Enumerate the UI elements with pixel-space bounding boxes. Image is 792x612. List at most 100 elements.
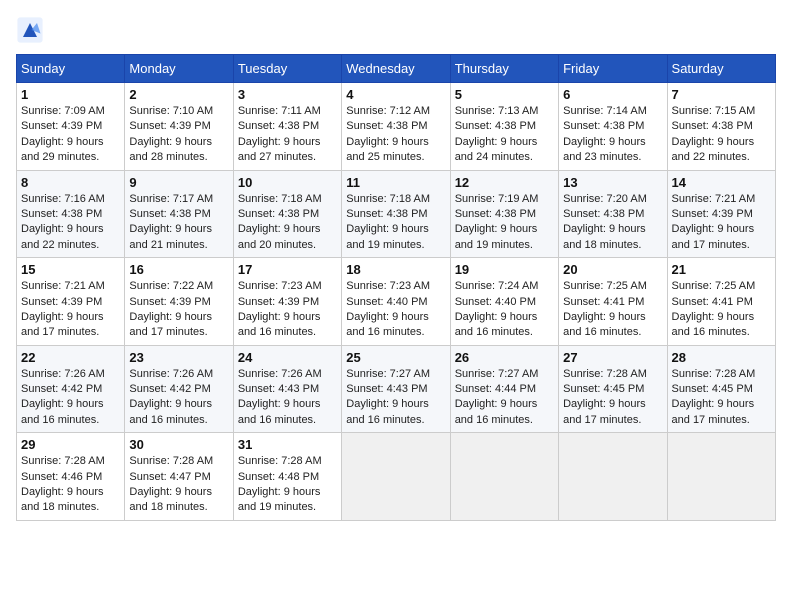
calendar-week-row: 8 Sunrise: 7:16 AMSunset: 4:38 PMDaylight… — [17, 170, 776, 258]
day-number: 20 — [563, 262, 662, 277]
calendar-cell: 15 Sunrise: 7:21 AMSunset: 4:39 PMDayligh… — [17, 258, 125, 346]
day-number: 12 — [455, 175, 554, 190]
calendar-cell: 4 Sunrise: 7:12 AMSunset: 4:38 PMDaylight… — [342, 83, 450, 171]
day-number: 9 — [129, 175, 228, 190]
calendar-cell: 26 Sunrise: 7:27 AMSunset: 4:44 PMDayligh… — [450, 345, 558, 433]
day-info: Sunrise: 7:18 AMSunset: 4:38 PMDaylight:… — [346, 192, 445, 254]
day-info: Sunrise: 7:26 AMSunset: 4:42 PMDaylight:… — [129, 367, 228, 429]
calendar-cell: 16Sunrise: 7:22 AMSunset: 4:39 PMDayligh… — [125, 258, 233, 346]
calendar-cell: 10Sunrise: 7:18 AMSunset: 4:38 PMDayligh… — [233, 170, 341, 258]
calendar-cell: 20 Sunrise: 7:25 AMSunset: 4:41 PMDayligh… — [559, 258, 667, 346]
day-info: Sunrise: 7:12 AMSunset: 4:38 PMDaylight:… — [346, 104, 445, 166]
day-number: 29 — [21, 437, 120, 452]
day-number: 30 — [129, 437, 228, 452]
calendar-cell: 9 Sunrise: 7:17 AMSunset: 4:38 PMDaylight… — [125, 170, 233, 258]
day-info: Sunrise: 7:11 AMSunset: 4:38 PMDaylight:… — [238, 104, 337, 166]
calendar-weekday-header: Sunday — [17, 55, 125, 83]
day-number: 14 — [672, 175, 771, 190]
calendar-weekday-header: Wednesday — [342, 55, 450, 83]
calendar-cell: 29Sunrise: 7:28 AMSunset: 4:46 PMDayligh… — [17, 433, 125, 521]
day-number: 23 — [129, 350, 228, 365]
day-info: Sunrise: 7:10 AMSunset: 4:39 PMDaylight:… — [129, 104, 228, 166]
day-number: 8 — [21, 175, 120, 190]
day-number: 21 — [672, 262, 771, 277]
calendar-cell: 21 Sunrise: 7:25 AMSunset: 4:41 PMDayligh… — [667, 258, 775, 346]
day-number: 18 — [346, 262, 445, 277]
calendar-cell: 17 Sunrise: 7:23 AMSunset: 4:39 PMDayligh… — [233, 258, 341, 346]
day-number: 4 — [346, 87, 445, 102]
calendar-weekday-header: Thursday — [450, 55, 558, 83]
calendar-weekday-header: Tuesday — [233, 55, 341, 83]
day-info: Sunrise: 7:23 AMSunset: 4:40 PMDaylight:… — [346, 279, 445, 341]
calendar-cell: 31 Sunrise: 7:28 AMSunset: 4:48 PMDayligh… — [233, 433, 341, 521]
day-info: Sunrise: 7:21 AMSunset: 4:39 PMDaylight:… — [21, 279, 120, 341]
day-number: 10 — [238, 175, 337, 190]
day-info: Sunrise: 7:22 AMSunset: 4:39 PMDaylight:… — [129, 279, 228, 341]
calendar-cell — [450, 433, 558, 521]
calendar-cell — [667, 433, 775, 521]
day-info: Sunrise: 7:28 AMSunset: 4:48 PMDaylight:… — [238, 454, 337, 516]
day-info: Sunrise: 7:28 AMSunset: 4:45 PMDaylight:… — [563, 367, 662, 429]
day-number: 28 — [672, 350, 771, 365]
calendar-cell: 25 Sunrise: 7:27 AMSunset: 4:43 PMDayligh… — [342, 345, 450, 433]
day-info: Sunrise: 7:16 AMSunset: 4:38 PMDaylight:… — [21, 192, 120, 254]
day-info: Sunrise: 7:09 AMSunset: 4:39 PMDaylight:… — [21, 104, 120, 166]
calendar-body: 1 Sunrise: 7:09 AMSunset: 4:39 PMDaylight… — [17, 83, 776, 521]
day-number: 27 — [563, 350, 662, 365]
calendar-cell: 24Sunrise: 7:26 AMSunset: 4:43 PMDayligh… — [233, 345, 341, 433]
day-number: 26 — [455, 350, 554, 365]
calendar-cell: 12 Sunrise: 7:19 AMSunset: 4:38 PMDayligh… — [450, 170, 558, 258]
day-info: Sunrise: 7:19 AMSunset: 4:38 PMDaylight:… — [455, 192, 554, 254]
day-info: Sunrise: 7:26 AMSunset: 4:42 PMDaylight:… — [21, 367, 120, 429]
calendar-week-row: 29Sunrise: 7:28 AMSunset: 4:46 PMDayligh… — [17, 433, 776, 521]
day-number: 1 — [21, 87, 120, 102]
calendar-weekday-header: Friday — [559, 55, 667, 83]
logo — [16, 16, 46, 44]
logo-icon — [16, 16, 44, 44]
calendar-cell: 28Sunrise: 7:28 AMSunset: 4:45 PMDayligh… — [667, 345, 775, 433]
day-info: Sunrise: 7:25 AMSunset: 4:41 PMDaylight:… — [672, 279, 771, 341]
calendar-cell: 22 Sunrise: 7:26 AMSunset: 4:42 PMDayligh… — [17, 345, 125, 433]
day-number: 2 — [129, 87, 228, 102]
page-header — [16, 16, 776, 44]
day-info: Sunrise: 7:27 AMSunset: 4:44 PMDaylight:… — [455, 367, 554, 429]
day-info: Sunrise: 7:23 AMSunset: 4:39 PMDaylight:… — [238, 279, 337, 341]
day-number: 22 — [21, 350, 120, 365]
calendar-week-row: 15 Sunrise: 7:21 AMSunset: 4:39 PMDayligh… — [17, 258, 776, 346]
day-number: 6 — [563, 87, 662, 102]
day-info: Sunrise: 7:15 AMSunset: 4:38 PMDaylight:… — [672, 104, 771, 166]
calendar-cell: 14Sunrise: 7:21 AMSunset: 4:39 PMDayligh… — [667, 170, 775, 258]
day-number: 25 — [346, 350, 445, 365]
calendar-cell: 1 Sunrise: 7:09 AMSunset: 4:39 PMDaylight… — [17, 83, 125, 171]
calendar-cell: 2 Sunrise: 7:10 AMSunset: 4:39 PMDaylight… — [125, 83, 233, 171]
calendar-cell: 5 Sunrise: 7:13 AMSunset: 4:38 PMDaylight… — [450, 83, 558, 171]
calendar-cell: 18 Sunrise: 7:23 AMSunset: 4:40 PMDayligh… — [342, 258, 450, 346]
day-number: 15 — [21, 262, 120, 277]
calendar-cell: 7Sunrise: 7:15 AMSunset: 4:38 PMDaylight… — [667, 83, 775, 171]
calendar-cell: 30 Sunrise: 7:28 AMSunset: 4:47 PMDayligh… — [125, 433, 233, 521]
calendar-header-row: SundayMondayTuesdayWednesdayThursdayFrid… — [17, 55, 776, 83]
day-number: 17 — [238, 262, 337, 277]
day-info: Sunrise: 7:26 AMSunset: 4:43 PMDaylight:… — [238, 367, 337, 429]
day-info: Sunrise: 7:24 AMSunset: 4:40 PMDaylight:… — [455, 279, 554, 341]
calendar-weekday-header: Monday — [125, 55, 233, 83]
day-number: 13 — [563, 175, 662, 190]
day-number: 5 — [455, 87, 554, 102]
calendar-cell: 13Sunrise: 7:20 AMSunset: 4:38 PMDayligh… — [559, 170, 667, 258]
day-number: 19 — [455, 262, 554, 277]
calendar-cell: 23 Sunrise: 7:26 AMSunset: 4:42 PMDayligh… — [125, 345, 233, 433]
calendar-cell: 6Sunrise: 7:14 AMSunset: 4:38 PMDaylight… — [559, 83, 667, 171]
calendar-cell — [559, 433, 667, 521]
calendar-cell: 11 Sunrise: 7:18 AMSunset: 4:38 PMDayligh… — [342, 170, 450, 258]
calendar-cell: 3 Sunrise: 7:11 AMSunset: 4:38 PMDaylight… — [233, 83, 341, 171]
day-number: 31 — [238, 437, 337, 452]
day-number: 11 — [346, 175, 445, 190]
calendar-cell — [342, 433, 450, 521]
day-info: Sunrise: 7:25 AMSunset: 4:41 PMDaylight:… — [563, 279, 662, 341]
day-number: 3 — [238, 87, 337, 102]
day-info: Sunrise: 7:17 AMSunset: 4:38 PMDaylight:… — [129, 192, 228, 254]
day-info: Sunrise: 7:27 AMSunset: 4:43 PMDaylight:… — [346, 367, 445, 429]
calendar-weekday-header: Saturday — [667, 55, 775, 83]
day-info: Sunrise: 7:28 AMSunset: 4:47 PMDaylight:… — [129, 454, 228, 516]
day-info: Sunrise: 7:13 AMSunset: 4:38 PMDaylight:… — [455, 104, 554, 166]
